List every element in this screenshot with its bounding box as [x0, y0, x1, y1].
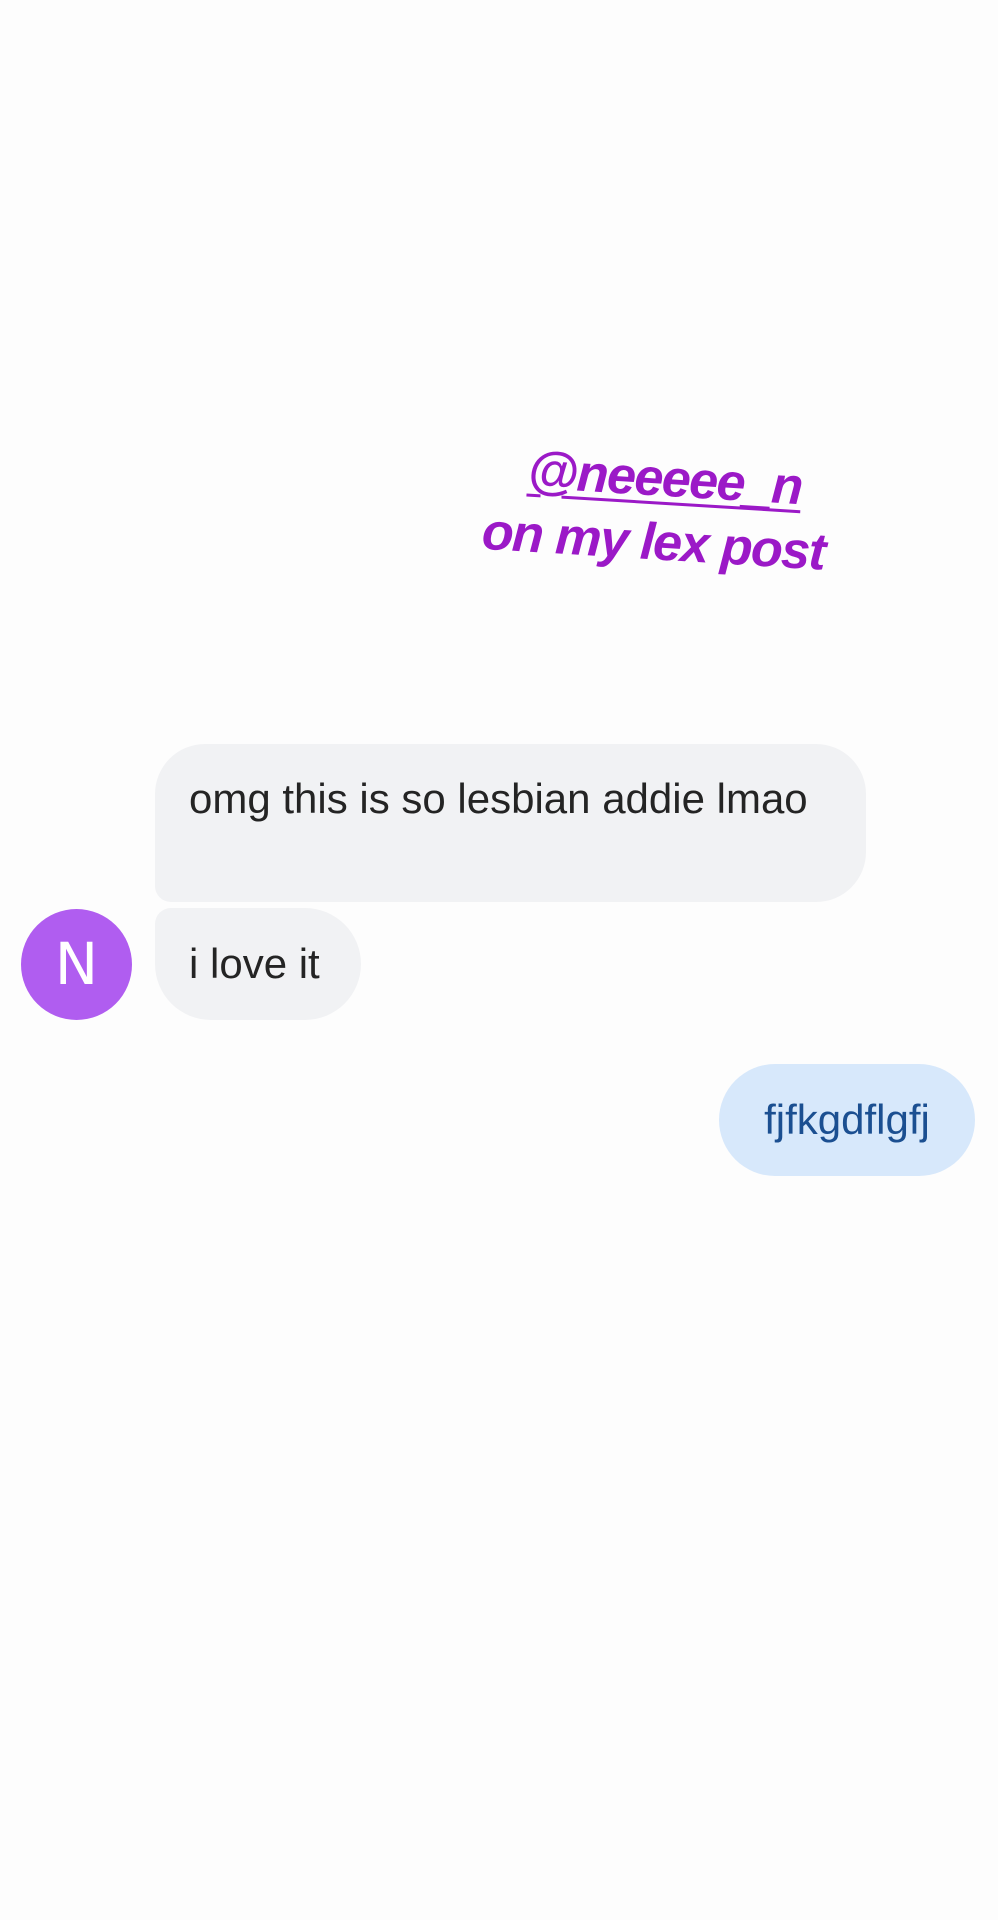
message-text: i love it: [189, 940, 320, 987]
avatar-initial: N: [54, 930, 99, 998]
contact-avatar[interactable]: N: [21, 909, 132, 1020]
incoming-message-bubble[interactable]: omg this is so lesbian addie lmao: [155, 744, 866, 902]
outgoing-message-bubble[interactable]: fjfkgdflgfj: [719, 1064, 975, 1176]
message-text: omg this is so lesbian addie lmao: [189, 775, 808, 822]
story-text-overlay: @neeeee_n on my lex post: [480, 436, 867, 587]
message-text: fjfkgdflgfj: [764, 1096, 930, 1143]
incoming-message-bubble[interactable]: i love it: [155, 908, 361, 1020]
story-canvas: @neeeee_n on my lex post omg this is so …: [0, 0, 998, 1920]
